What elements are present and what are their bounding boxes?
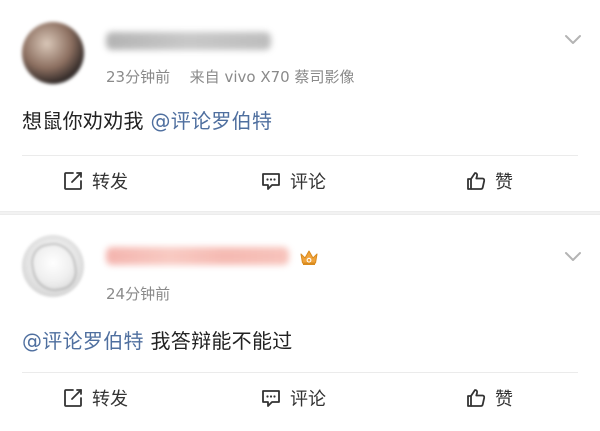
post-text: 我答辩能不能过 <box>150 329 293 353</box>
chevron-down-icon[interactable] <box>564 30 582 48</box>
post-actions: 转发 评论 赞 <box>0 373 600 423</box>
post-meta: 24分钟前 <box>106 283 170 304</box>
like-label: 赞 <box>495 172 513 193</box>
username-blurred[interactable] <box>106 247 289 265</box>
thumbs-up-icon <box>465 170 487 192</box>
post-meta: 23分钟前 来自 vivo X70 蔡司影像 <box>106 66 354 87</box>
weibo-feed: 23分钟前 来自 vivo X70 蔡司影像 想鼠你劝劝我 @评论罗伯特 转发 <box>0 0 600 431</box>
post-time: 24分钟前 <box>106 285 171 303</box>
repost-icon <box>62 170 84 192</box>
comment-button[interactable]: 评论 <box>260 373 326 423</box>
chevron-down-icon[interactable] <box>564 247 582 265</box>
comment-label: 评论 <box>290 389 326 410</box>
like-button[interactable]: 赞 <box>465 156 513 206</box>
post-device[interactable]: vivo X70 蔡司影像 <box>224 68 354 86</box>
post-source-label: 来自 <box>189 68 220 86</box>
avatar[interactable] <box>22 22 84 84</box>
repost-button[interactable]: 转发 <box>62 156 128 206</box>
avatar[interactable] <box>22 235 84 297</box>
post-time: 23分钟前 <box>106 68 171 86</box>
repost-icon <box>62 387 84 409</box>
comment-label: 评论 <box>290 172 326 193</box>
comment-icon <box>260 387 282 409</box>
mention-link[interactable]: @评论罗伯特 <box>150 109 272 133</box>
post-content: @评论罗伯特 我答辩能不能过 <box>22 325 293 354</box>
post-text: 想鼠你劝劝我 <box>22 109 144 133</box>
comment-button[interactable]: 评论 <box>260 156 326 206</box>
post-content: 想鼠你劝劝我 @评论罗伯特 <box>22 105 272 134</box>
repost-label: 转发 <box>92 389 128 410</box>
username-blurred[interactable] <box>106 32 271 50</box>
thumbs-up-icon <box>465 387 487 409</box>
crown-icon[interactable] <box>298 246 320 268</box>
feed-post: 23分钟前 来自 vivo X70 蔡司影像 想鼠你劝劝我 @评论罗伯特 转发 <box>0 0 600 211</box>
like-label: 赞 <box>495 389 513 410</box>
mention-link[interactable]: @评论罗伯特 <box>22 329 144 353</box>
post-actions: 转发 评论 赞 <box>0 156 600 206</box>
like-button[interactable]: 赞 <box>465 373 513 423</box>
repost-label: 转发 <box>92 172 128 193</box>
feed-post: 24分钟前 @评论罗伯特 我答辩能不能过 转发 评论 赞 <box>0 215 600 431</box>
repost-button[interactable]: 转发 <box>62 373 128 423</box>
comment-icon <box>260 170 282 192</box>
